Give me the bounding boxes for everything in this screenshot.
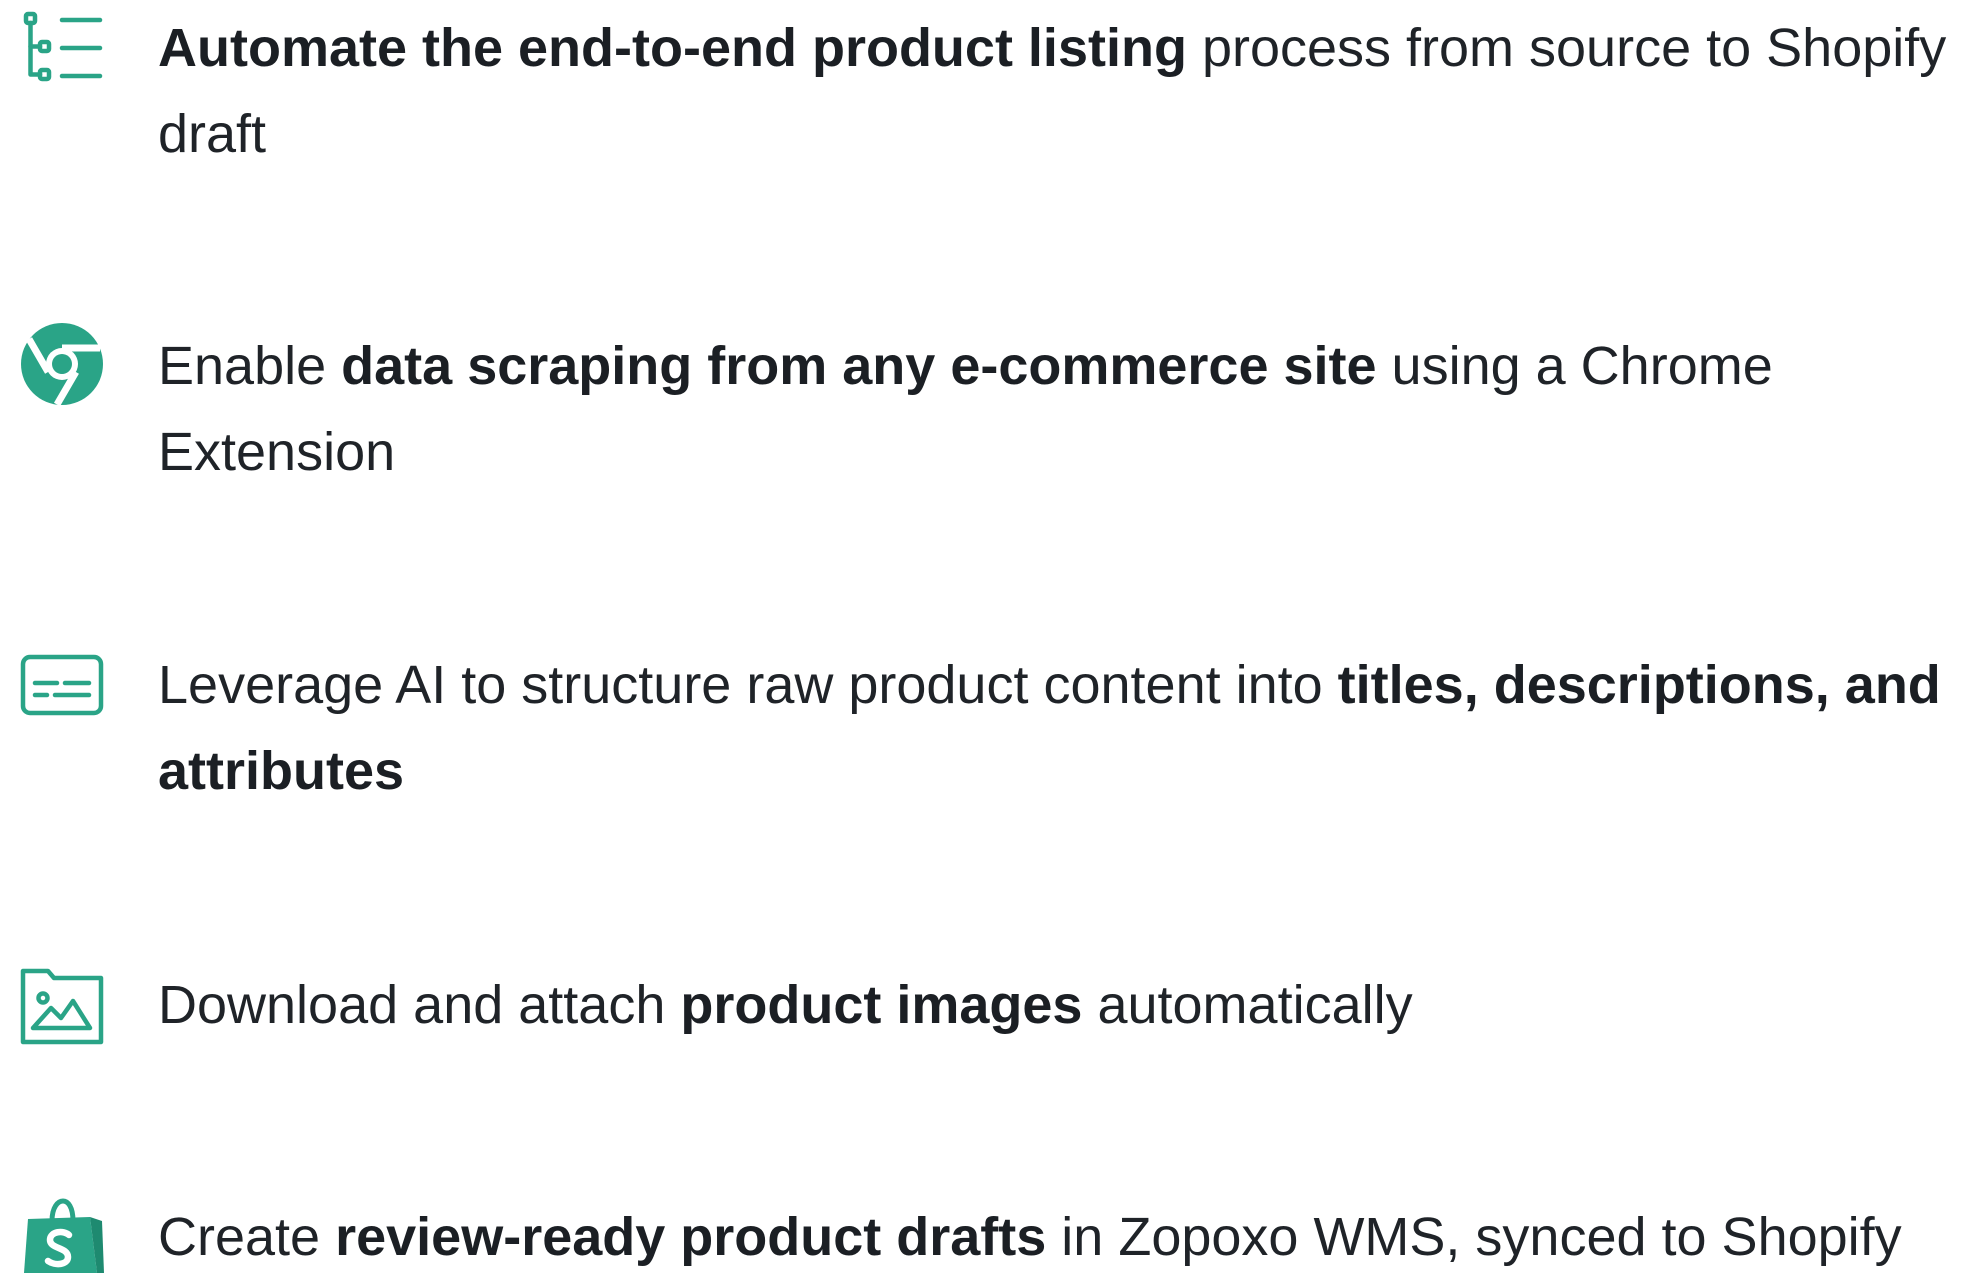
list-tree-icon	[20, 8, 104, 92]
feature-text-regular: automatically	[1082, 975, 1413, 1035]
feature-text-regular: Enable	[158, 336, 342, 396]
feature-list: Automate the end-to-end product listing …	[0, 0, 1986, 1273]
feature-text-bold: review-ready product drafts	[335, 1207, 1047, 1267]
feature-text: Leverage AI to structure raw product con…	[158, 642, 1958, 814]
feature-text: Enable data scraping from any e-commerce…	[158, 323, 1958, 495]
feature-text-regular: Download and attach	[158, 975, 681, 1035]
feature-text-regular: Leverage AI to structure raw product con…	[158, 655, 1338, 715]
feature-text: Download and attach product images autom…	[158, 962, 1958, 1048]
feature-text: Create review-ready product drafts in Zo…	[158, 1194, 1958, 1280]
feature-text-regular: Create	[158, 1207, 336, 1267]
chrome-icon	[20, 322, 104, 406]
shopify-bag-icon	[20, 1193, 104, 1273]
feature-text-bold: data scraping from any e-commerce site	[341, 336, 1377, 396]
feature-text-regular: in Zopoxo WMS, synced to Shopify	[1046, 1207, 1902, 1267]
feature-text-bold: Automate the end-to-end product listing	[158, 18, 1187, 78]
feature-text: Automate the end-to-end product listing …	[158, 5, 1958, 177]
feature-text-bold: product images	[680, 975, 1083, 1035]
subtitles-icon	[20, 641, 104, 725]
image-folder-icon	[20, 961, 104, 1045]
